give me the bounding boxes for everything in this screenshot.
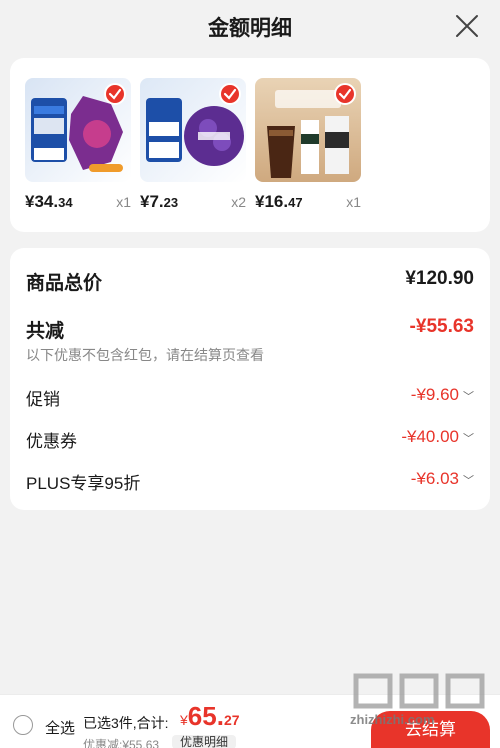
discount-item-value: -¥9.60 bbox=[410, 385, 459, 404]
select-all-radio[interactable] bbox=[13, 715, 33, 735]
checked-icon[interactable] bbox=[334, 83, 356, 105]
goods-total-value: ¥120.90 bbox=[405, 268, 474, 289]
summary-card: 商品总价 ¥120.90 共减 -¥55.63 以下优惠不包含红包，请在结算页查… bbox=[10, 248, 490, 510]
checked-icon[interactable] bbox=[104, 83, 126, 105]
product-quantity: x1 bbox=[116, 194, 131, 210]
product-image[interactable] bbox=[25, 78, 131, 182]
close-icon[interactable] bbox=[454, 13, 480, 39]
selected-count-text: 已选3件,合计: bbox=[83, 715, 169, 731]
chevron-down-icon[interactable]: ﹀ bbox=[463, 388, 474, 404]
products-card: ¥34.34 x1 ¥7.23 x2 ¥16.47 x1 bbox=[10, 58, 490, 232]
discount-item-value: -¥40.00 bbox=[401, 427, 459, 446]
select-all-label[interactable]: 全选 bbox=[45, 717, 75, 738]
page-title: 金额明细 bbox=[208, 17, 292, 40]
product-quantity: x2 bbox=[231, 194, 246, 210]
discount-detail-button[interactable]: 优惠明细 bbox=[172, 735, 237, 748]
discount-total-label: 共减 bbox=[26, 321, 65, 342]
discount-item-value: -¥6.03 bbox=[410, 469, 459, 488]
header: 金额明细 bbox=[0, 0, 500, 52]
product-price: ¥16.47 bbox=[255, 192, 303, 211]
product-price: ¥34.34 bbox=[25, 192, 73, 211]
discount-summary: 优惠减:¥55.63 bbox=[83, 738, 160, 748]
checked-icon[interactable] bbox=[219, 83, 241, 105]
product-item[interactable]: ¥16.47 x1 bbox=[255, 78, 361, 212]
discount-item-label: PLUS专享95折 bbox=[26, 474, 141, 493]
product-image[interactable] bbox=[140, 78, 246, 182]
discount-item-label: 优惠券 bbox=[26, 432, 77, 451]
product-item[interactable]: ¥34.34 x1 bbox=[25, 78, 131, 212]
chevron-down-icon[interactable]: ﹀ bbox=[463, 430, 474, 446]
product-price: ¥7.23 bbox=[140, 192, 179, 211]
product-image[interactable] bbox=[255, 78, 361, 182]
discount-item-label: 促销 bbox=[26, 390, 60, 409]
checkout-button[interactable]: 去结算 bbox=[371, 711, 490, 748]
product-quantity: x1 bbox=[346, 194, 361, 210]
goods-total-label: 商品总价 bbox=[26, 273, 103, 294]
product-item[interactable]: ¥7.23 x2 bbox=[140, 78, 246, 212]
discount-note: 以下优惠不包含红包，请在结算页查看 bbox=[26, 347, 264, 363]
discount-total-value: -¥55.63 bbox=[409, 316, 474, 337]
total-price: ¥65.27 bbox=[180, 701, 240, 731]
chevron-down-icon[interactable]: ﹀ bbox=[463, 472, 474, 488]
bottom-bar: 全选 已选3件,合计: ¥65.27 优惠减:¥55.63 优惠明细 去结算 bbox=[0, 694, 500, 748]
